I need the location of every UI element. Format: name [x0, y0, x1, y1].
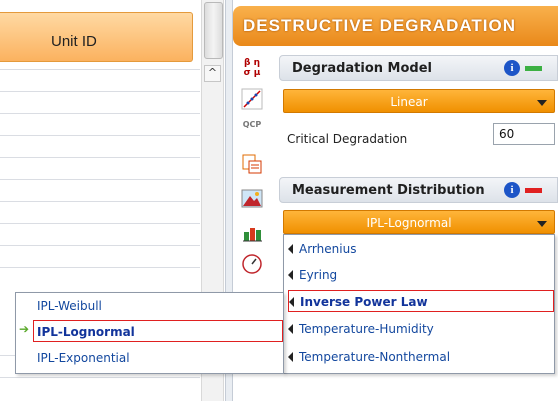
section-title: Measurement Distribution	[292, 183, 485, 198]
status-bar-icon	[525, 66, 542, 71]
mountain-chart-icon[interactable]	[241, 187, 263, 209]
degradation-model-select[interactable]: Linear	[283, 89, 555, 113]
grid-row[interactable]	[0, 157, 200, 158]
grid-row[interactable]	[0, 135, 200, 136]
chevron-down-icon	[537, 100, 547, 106]
scrollbar-thumb[interactable]	[204, 2, 223, 59]
status-bar-icon	[525, 188, 542, 193]
parameters-icon-label: β η σ μ	[243, 58, 261, 78]
bar-chart-icon[interactable]	[241, 221, 263, 243]
grid-row[interactable]	[0, 69, 200, 70]
panel-title-bar: Destructive Degradation	[233, 6, 558, 46]
menu-item-eyring[interactable]: Eyring	[288, 264, 337, 286]
menu-item-ipl-lognormal[interactable]: IPL-Lognormal	[33, 320, 283, 342]
column-header-label: Unit ID	[51, 33, 97, 50]
arrow-right-icon: ➔	[19, 322, 30, 336]
grid-row[interactable]	[0, 245, 200, 246]
qcp-icon[interactable]: QCP	[241, 120, 263, 142]
grid-row[interactable]	[0, 201, 200, 202]
menu-item-label: Arrhenius	[299, 242, 357, 256]
degradation-model-header[interactable]: Degradation Model i	[279, 55, 558, 81]
grid-row[interactable]	[0, 113, 200, 114]
triangle-left-icon	[289, 297, 294, 307]
section-title: Degradation Model	[292, 61, 433, 76]
menu-item-temperature-humidity[interactable]: Temperature-Humidity	[288, 318, 434, 340]
selected-value: Linear	[390, 95, 428, 109]
qcp-icon-label: QCP	[242, 120, 262, 129]
triangle-left-icon	[288, 270, 293, 280]
grid-row[interactable]	[0, 91, 200, 92]
plot-icon[interactable]	[241, 88, 263, 110]
critical-degradation-input[interactable]: 60	[493, 123, 555, 145]
triangle-left-icon	[288, 352, 293, 362]
menu-item-label: Temperature-Nonthermal	[299, 350, 451, 364]
menu-item-label: IPL-Exponential	[37, 351, 130, 365]
menu-item-arrhenius[interactable]: Arrhenius	[288, 238, 356, 260]
panel-title: Destructive Degradation	[243, 16, 516, 35]
triangle-left-icon	[288, 324, 293, 334]
critical-degradation-label: Critical Degradation	[287, 132, 408, 146]
menu-item-inverse-power-law[interactable]: Inverse Power Law	[288, 290, 554, 312]
measurement-distribution-select[interactable]: IPL-Lognormal	[283, 210, 555, 234]
grid-row[interactable]	[0, 267, 200, 268]
info-icon[interactable]: i	[504, 182, 520, 198]
grid-row[interactable]	[0, 223, 200, 224]
menu-item-temperature-nonthermal[interactable]: Temperature-Nonthermal	[288, 346, 450, 368]
measurement-distribution-header[interactable]: Measurement Distribution i	[279, 177, 558, 203]
info-icon[interactable]: i	[504, 60, 520, 76]
report-icon[interactable]	[241, 153, 263, 175]
parameters-icon[interactable]: β η σ μ	[241, 58, 263, 80]
chevron-up-icon: ^	[207, 66, 218, 79]
chevron-down-icon	[537, 221, 547, 227]
menu-item-ipl-exponential[interactable]: IPL-Exponential	[37, 347, 130, 369]
menu-item-label: Inverse Power Law	[300, 295, 428, 309]
input-value: 60	[499, 127, 515, 141]
menu-item-ipl-weibull[interactable]: IPL-Weibull	[37, 295, 102, 317]
grid-row[interactable]	[0, 377, 200, 378]
menu-item-label: Temperature-Humidity	[299, 322, 434, 336]
grid-row[interactable]	[0, 179, 200, 180]
scroll-up-button[interactable]: ^	[204, 65, 221, 82]
triangle-left-icon	[288, 244, 293, 254]
distribution-submenu: IPL-Weibull ➔ IPL-Lognormal IPL-Exponent…	[15, 292, 284, 374]
menu-item-label: IPL-Weibull	[37, 299, 102, 313]
life-stress-menu: Arrhenius Eyring Inverse Power Law Tempe…	[283, 234, 555, 374]
menu-item-label: IPL-Lognormal	[37, 325, 135, 339]
menu-item-label: Eyring	[299, 268, 338, 282]
selected-value: IPL-Lognormal	[366, 216, 452, 230]
gauge-icon[interactable]	[241, 253, 263, 275]
column-header-unit-id[interactable]: Unit ID	[0, 12, 193, 62]
